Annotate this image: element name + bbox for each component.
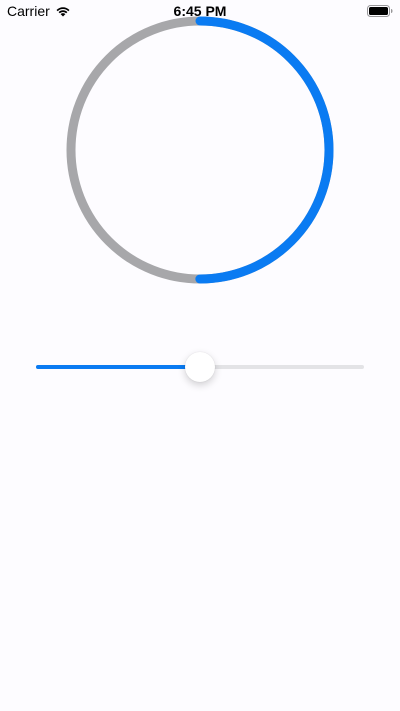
slider-thumb[interactable] (185, 352, 215, 382)
progress-slider[interactable] (36, 352, 364, 382)
battery-icon (367, 5, 393, 17)
app-screen: Carrier 6:45 PM (0, 0, 400, 711)
slider-fill[interactable] (36, 365, 200, 369)
progress-ring (66, 16, 334, 284)
